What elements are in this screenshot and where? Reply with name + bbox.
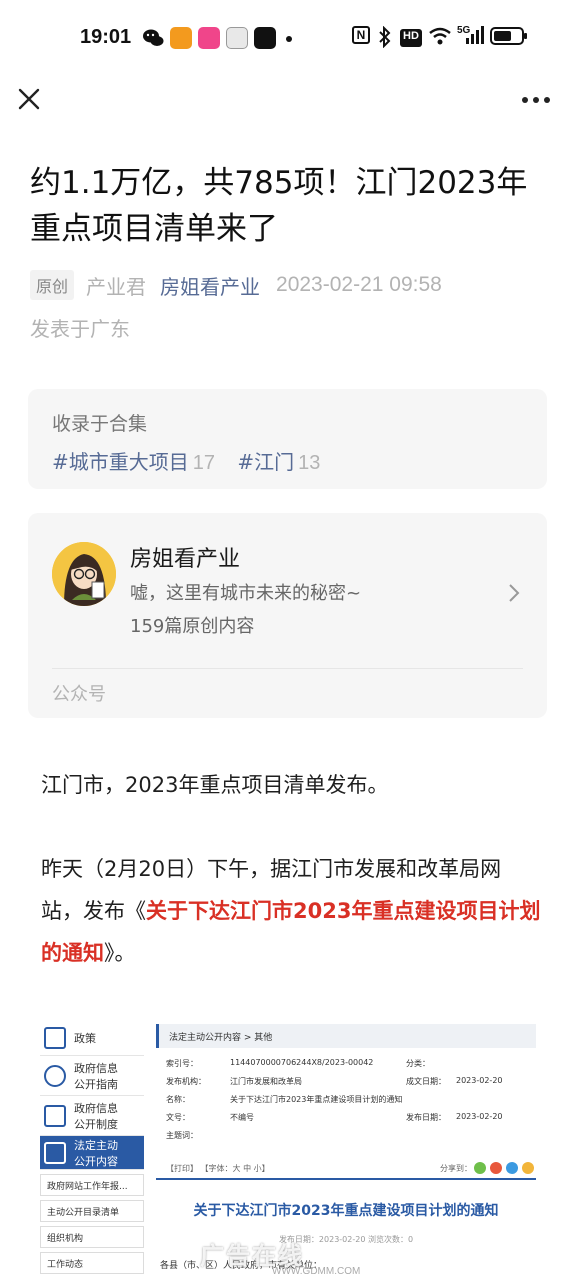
paragraph: 昨天（2月20日）下午，据江门市发展和改革局网站，发布《关于下达江门市2023年… — [41, 848, 541, 974]
embed-row: 发布机构： 江门市发展和改革局 成文日期： 2023-02-20 — [156, 1072, 536, 1090]
weibo-share-icon — [490, 1162, 502, 1174]
embed-label: 索引号： — [166, 1059, 198, 1068]
profile-name: 房姐看产业 — [130, 547, 241, 572]
embed-breadcrumb: 法定主动公开内容 > 其他 — [156, 1024, 536, 1048]
more-icon[interactable] — [520, 92, 552, 106]
tag-count: 17 — [192, 452, 216, 474]
embed-row: 文号： 不编号 发布日期： 2023-02-20 — [156, 1108, 536, 1126]
embed-sidebar: 政策 政府信息公开指南 政府信息公开制度 法定主动公开内容 政府网站工作年报..… — [40, 1020, 144, 1280]
chevron-right-icon — [506, 581, 522, 605]
embed-value: 江门市发展和改革局 — [230, 1077, 302, 1086]
collection-card: 收录于合集 #城市重大项目 17 #江门 13 — [28, 389, 547, 489]
wechat-share-icon — [474, 1162, 486, 1174]
profile-article-count: 159篇原创内容 — [130, 616, 255, 637]
article-meta: 原创 产业君 房姐看产业 2023-02-21 09:58 — [30, 268, 442, 302]
publish-location: 发表于广东 — [30, 317, 130, 341]
embed-sidebar-item: 政府信息公开制度 — [40, 1096, 144, 1136]
divider — [52, 668, 523, 669]
embed-sidebar-label: 政府信息公开制度 — [74, 1101, 118, 1131]
app-orange-icon — [170, 27, 192, 49]
watermark-url: WWW.GDMM.COM — [272, 1266, 361, 1277]
battery-icon — [490, 26, 528, 50]
embed-label: 成文日期： — [406, 1077, 446, 1086]
profile-type: 公众号 — [52, 684, 106, 705]
account-profile-card[interactable]: 房姐看产业 嘘，这里有城市未来的秘密~ 159篇原创内容 公众号 — [28, 513, 547, 718]
embed-sub-item: 主动公开目录清单 — [40, 1200, 144, 1222]
embed-value: 2023-02-20 — [456, 1112, 503, 1121]
embed-sub-item: 政府网站工作年报... — [40, 1174, 144, 1196]
account-link[interactable]: 房姐看产业 — [160, 271, 260, 300]
collection-tags: #城市重大项目 17 #江门 13 — [52, 446, 336, 475]
tiktok-icon — [254, 27, 276, 49]
close-icon[interactable] — [16, 86, 42, 112]
embed-toolbar: 【打印】 【字体：大 中 小】 分享到： — [156, 1160, 536, 1180]
embed-share-label: 分享到： — [440, 1164, 472, 1173]
hd-icon: HD — [400, 29, 422, 47]
embed-sidebar-label: 政府信息公开指南 — [74, 1061, 118, 1091]
list-icon — [44, 1104, 66, 1127]
article-title: 约1.1万亿，共785项！江门2023年重点项目清单来了 — [30, 165, 528, 247]
status-bar: 19:01 N HD 5G — [0, 0, 576, 78]
app-pink-icon — [198, 27, 220, 49]
nfc-icon: N — [352, 26, 370, 44]
bluetooth-icon — [378, 25, 392, 50]
tag-count: 13 — [298, 452, 321, 474]
embed-row: 主题词： — [156, 1126, 536, 1144]
profile-description: 嘘，这里有城市未来的秘密~ — [130, 583, 362, 604]
embed-value: 不编号 — [230, 1113, 254, 1122]
dot-icon — [286, 36, 292, 42]
paragraph: 江门市，2023年重点项目清单发布。 — [41, 773, 389, 797]
embed-sidebar-item: 法定主动公开内容 — [40, 1136, 144, 1170]
embed-sidebar-item: 政府信息公开指南 — [40, 1056, 144, 1096]
original-badge: 原创 — [30, 270, 75, 300]
embed-sub-item: 工作动态 — [40, 1252, 144, 1274]
author-name: 产业君 — [86, 274, 147, 299]
qzone-share-icon — [522, 1162, 534, 1174]
wechat-icon — [142, 27, 164, 49]
collection-title: 收录于合集 — [52, 413, 148, 435]
embed-value: 2023-02-20 — [456, 1076, 503, 1085]
tag-link[interactable]: #江门 — [237, 450, 294, 474]
embed-row: 名称： 关于下达江门市2023年重点建设项目计划的通知 — [156, 1090, 536, 1108]
embed-label: 主题词： — [166, 1131, 198, 1140]
embed-value: 11440700007062​44X8/2023-00042 — [230, 1058, 374, 1067]
embed-sidebar-label: 法定主动公开内容 — [74, 1138, 118, 1168]
embed-sidebar-label: 政策 — [74, 1031, 96, 1045]
embed-sidebar-item: 政策 — [40, 1020, 144, 1056]
document-icon — [44, 1026, 66, 1049]
embed-label: 发布机构： — [166, 1077, 206, 1086]
status-time: 19:01 — [80, 26, 132, 48]
qq-share-icon — [506, 1162, 518, 1174]
compass-icon — [44, 1064, 66, 1087]
embed-row: 索引号： 11440700007062​44X8/2023-00042 分类： — [156, 1054, 536, 1072]
embed-label: 文号： — [166, 1113, 190, 1122]
file-icon — [44, 1141, 66, 1164]
avatar — [52, 542, 116, 606]
embed-sub-item: 组织机构 — [40, 1226, 144, 1248]
embed-label: 发布日期： — [406, 1113, 446, 1122]
app-badge-icon — [226, 27, 248, 49]
embed-value: 关于下达江门市2023年重点建设项目计划的通知 — [230, 1095, 403, 1104]
signal-icon — [458, 26, 484, 50]
wifi-icon — [428, 26, 452, 50]
embed-label: 名称： — [166, 1095, 190, 1104]
tag-link[interactable]: #城市重大项目 — [52, 450, 189, 474]
embed-doc-title: 关于下达江门市2023年重点建设项目计划的通知 — [193, 1203, 499, 1219]
paragraph-text: 》。 — [104, 941, 136, 965]
publish-date: 2023-02-21 09:58 — [276, 273, 442, 296]
embed-label: 分类： — [406, 1059, 430, 1068]
embed-tools-text: 【打印】 【字体：大 中 小】 — [166, 1164, 270, 1173]
